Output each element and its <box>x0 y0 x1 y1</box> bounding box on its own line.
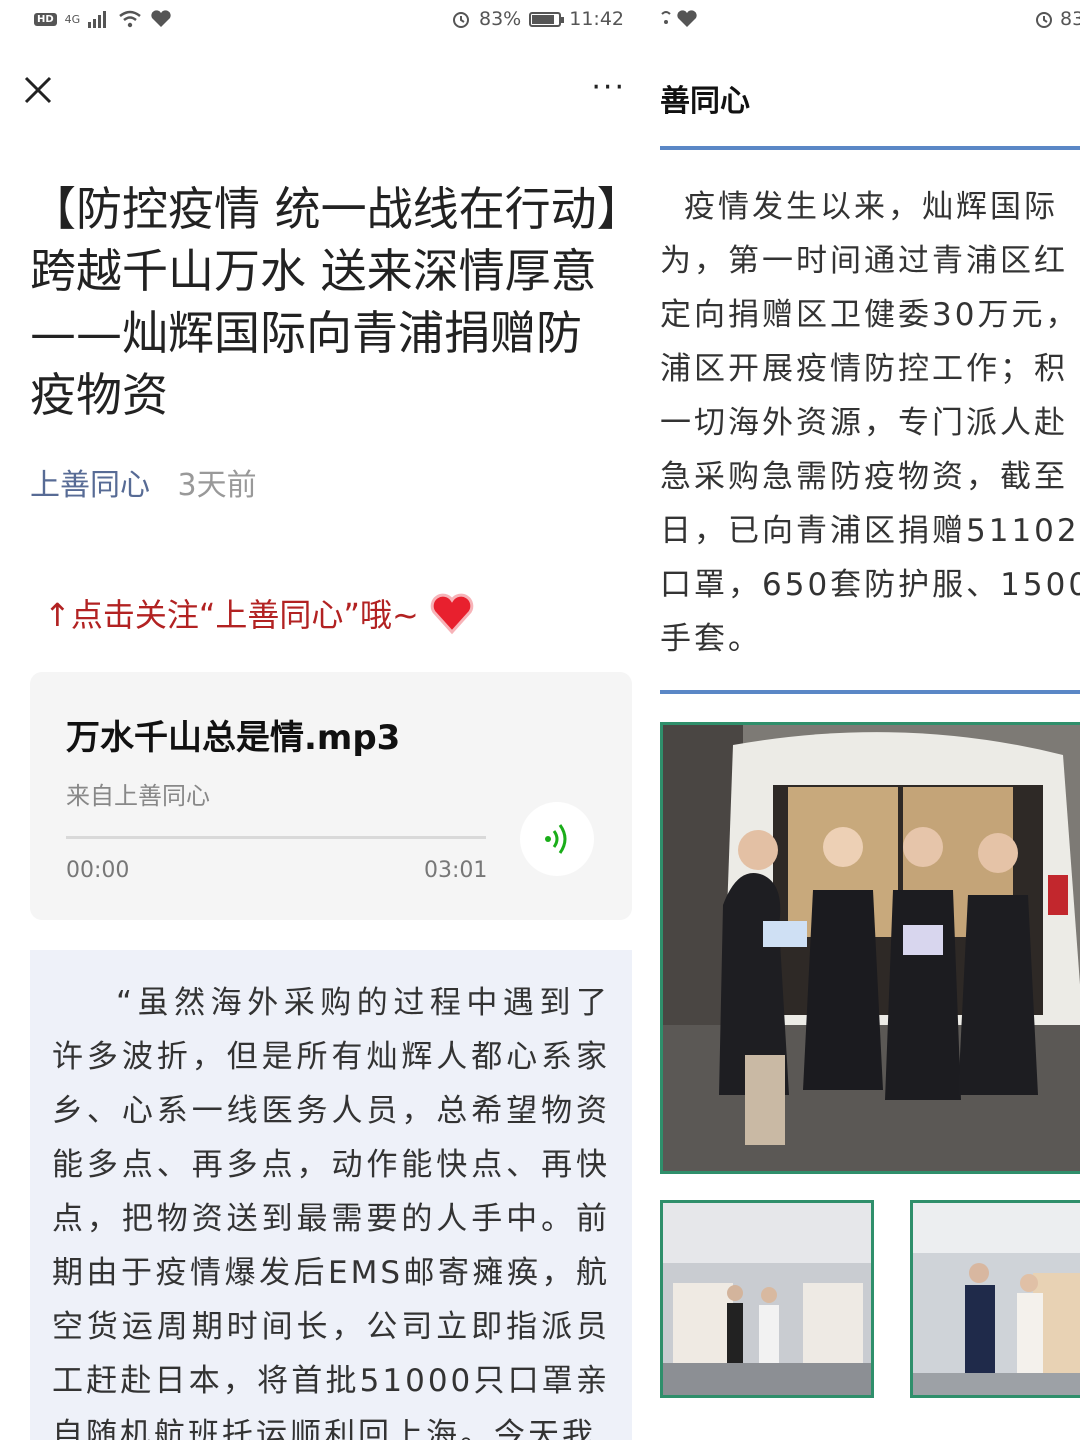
alarm-icon <box>453 12 469 28</box>
health-heart-icon <box>661 10 697 27</box>
battery-fill <box>532 14 554 24</box>
heart-icon <box>430 593 474 635</box>
paragraph-line: 一切海外资源，专门派人赴 <box>660 405 1068 441</box>
status-icons-right <box>660 10 700 33</box>
alarm-icon <box>1036 12 1052 28</box>
audio-title: 万水千山总是情.mp3 <box>66 718 401 758</box>
quote-text: “虽然海外采购的过程中遇到了许多波折，但是所有灿辉人都心系家乡、心系一线医务人员… <box>52 985 610 1440</box>
paragraph-line: 急采购急需防疫物资，截至 <box>660 459 1068 495</box>
article-title: 【防控疫情 统一战线在行动】跨越千山万水 送来深情厚意——灿辉国际向青浦捐赠防疫… <box>30 182 620 422</box>
audio-source: 来自上善同心 <box>66 782 210 810</box>
network-label: 4G <box>64 12 81 26</box>
paragraph-line: 浦区开展疫情防控工作；积 <box>660 351 1068 387</box>
more-dots-icon: ··· <box>591 70 626 105</box>
paragraph-line: 为，第一时间通过青浦区红 <box>660 243 1068 279</box>
article-meta: 上善同心 3天前 <box>30 460 257 504</box>
donation-paragraph: 疫情发生以来，灿辉国际 为，第一时间通过青浦区红 定向捐赠区卫健委30万元， 浦… <box>660 180 1080 666</box>
top-nav-bar: ··· <box>0 42 650 142</box>
status-time: 11:42 <box>569 8 624 30</box>
nav-account-title: 善同心 <box>660 84 750 119</box>
quote-block: “虽然海外采购的过程中遇到了许多波折，但是所有灿辉人都心系家乡、心系一线医务人员… <box>30 950 632 1440</box>
close-icon <box>24 76 52 104</box>
airport-staff-image <box>913 1203 1080 1395</box>
divider-top <box>660 146 1080 150</box>
divider-bottom <box>660 690 1080 694</box>
top-nav-bar-right: 善同心 <box>650 42 1080 142</box>
right-article-panel: 83 善同心 疫情发生以来，灿辉国际 为，第一时间通过青浦区红 定向捐赠区卫健委… <box>650 0 1080 1440</box>
more-options-button[interactable]: ··· <box>591 70 626 105</box>
audio-progress-bar[interactable] <box>66 836 486 839</box>
status-right-icons: 83% 11:42 <box>451 8 624 30</box>
close-button[interactable] <box>18 70 58 110</box>
audio-play-button[interactable] <box>520 802 594 876</box>
paragraph-line: 手套。 <box>660 621 762 657</box>
author-link[interactable]: 上善同心 <box>30 468 150 503</box>
status-bar-right: 83 <box>650 0 1080 42</box>
follow-prompt-text: ↑点击关注“上善同心”哦~ <box>44 596 419 634</box>
paragraph-line: 日，已向青浦区捐赠51102 <box>660 513 1080 549</box>
publish-time: 3天前 <box>177 468 257 503</box>
audio-player-card[interactable]: 万水千山总是情.mp3 来自上善同心 00:00 03:01 <box>30 672 632 920</box>
photo-airport-cargo[interactable] <box>660 1200 874 1398</box>
paragraph-line: 口罩，650套防护服、15000 <box>660 567 1080 603</box>
battery-percent-cropped: 83 <box>1060 8 1080 30</box>
signal-icon <box>88 11 107 28</box>
battery-icon <box>529 11 565 27</box>
wifi-icon <box>119 10 141 28</box>
paragraph-line: 定向捐赠区卫健委30万元， <box>660 297 1080 333</box>
status-bar: HD 4G 83% 11:42 <box>0 0 650 42</box>
airport-cargo-image <box>663 1203 871 1395</box>
health-heart-icon <box>151 10 171 27</box>
paragraph-line: 疫情发生以来，灿辉国际 <box>684 189 1058 225</box>
audio-duration: 03:01 <box>424 858 488 883</box>
photo-airport-staff[interactable] <box>910 1200 1080 1398</box>
follow-prompt: ↑点击关注“上善同心”哦~ <box>44 590 475 636</box>
hd-icon: HD <box>34 12 57 26</box>
left-article-panel: HD 4G 83% 11:42 ··· 【防控疫情 统一战线在行动】跨越千山万水… <box>0 0 650 1440</box>
audio-current-time: 00:00 <box>66 858 130 883</box>
battery-percent: 83% <box>479 8 522 30</box>
status-right-cropped: 83 <box>1034 8 1080 30</box>
status-left-icons: HD 4G <box>34 10 172 28</box>
photo-van-staff[interactable] <box>660 722 1080 1174</box>
van-staff-image <box>663 725 1080 1171</box>
audio-wave-icon <box>545 824 567 854</box>
